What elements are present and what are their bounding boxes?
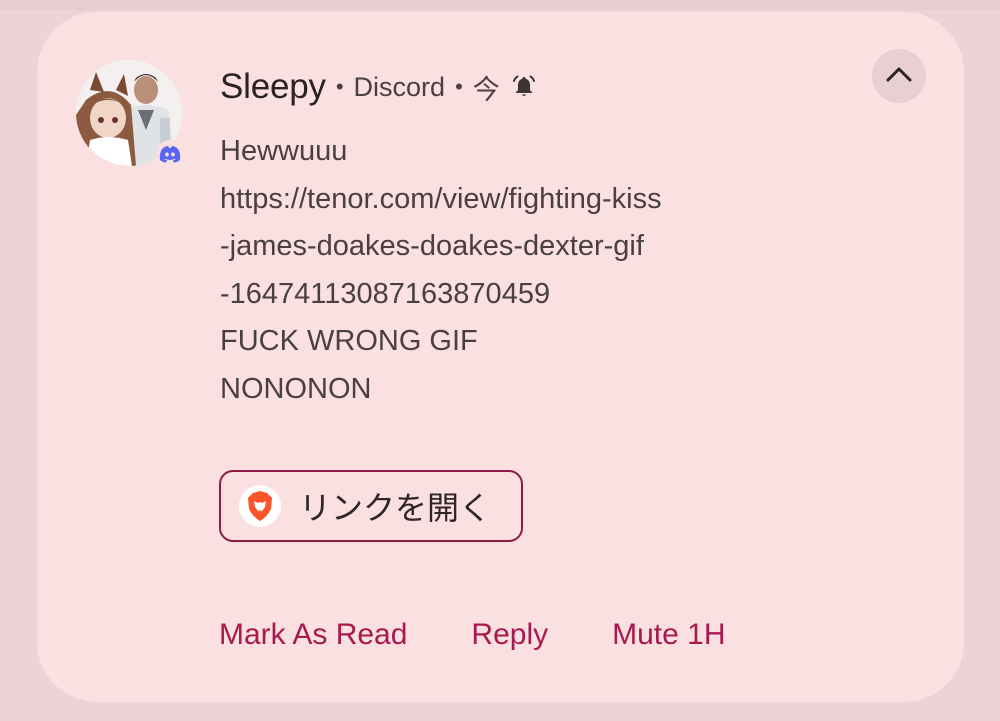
screen: Sleepy • Discord • 今 Hewwuuu https://ten… [0,0,1000,721]
separator-dot: • [335,74,344,99]
sender-avatar [76,60,184,168]
sender-name: Sleepy [220,67,326,106]
collapse-button[interactable] [872,49,926,103]
reply-button[interactable]: Reply [471,618,548,652]
open-link-button[interactable]: リンクを開く [219,470,523,542]
message-line: FUCK WRONG GIF [220,325,478,357]
discord-icon [156,140,184,168]
message-line: Hewwuuu [220,135,348,167]
open-link-label: リンクを開く [299,489,492,527]
chevron-up-icon [885,65,913,88]
message-line: -james-doakes-doakes-dexter-gif [220,230,644,262]
mark-as-read-button[interactable]: Mark As Read [219,618,407,652]
message-line: NONONON [220,372,372,405]
brave-browser-icon [239,485,281,527]
status-strip [0,0,1000,10]
mute-button[interactable]: Mute 1H [612,618,725,652]
notification-actions: Mark As Read Reply Mute 1H [219,612,726,658]
app-name: Discord [353,71,446,102]
bell-icon [512,75,536,99]
timestamp: 今 [472,74,500,105]
message-body: Hewwuuu https://tenor.com/view/fighting-… [220,128,840,413]
notification-header: Sleepy • Discord • 今 [220,64,536,110]
message-line: https://tenor.com/view/fighting-kiss [220,182,662,215]
separator-dot: • [455,74,463,99]
message-line: -16474113087163870459 [220,277,551,310]
